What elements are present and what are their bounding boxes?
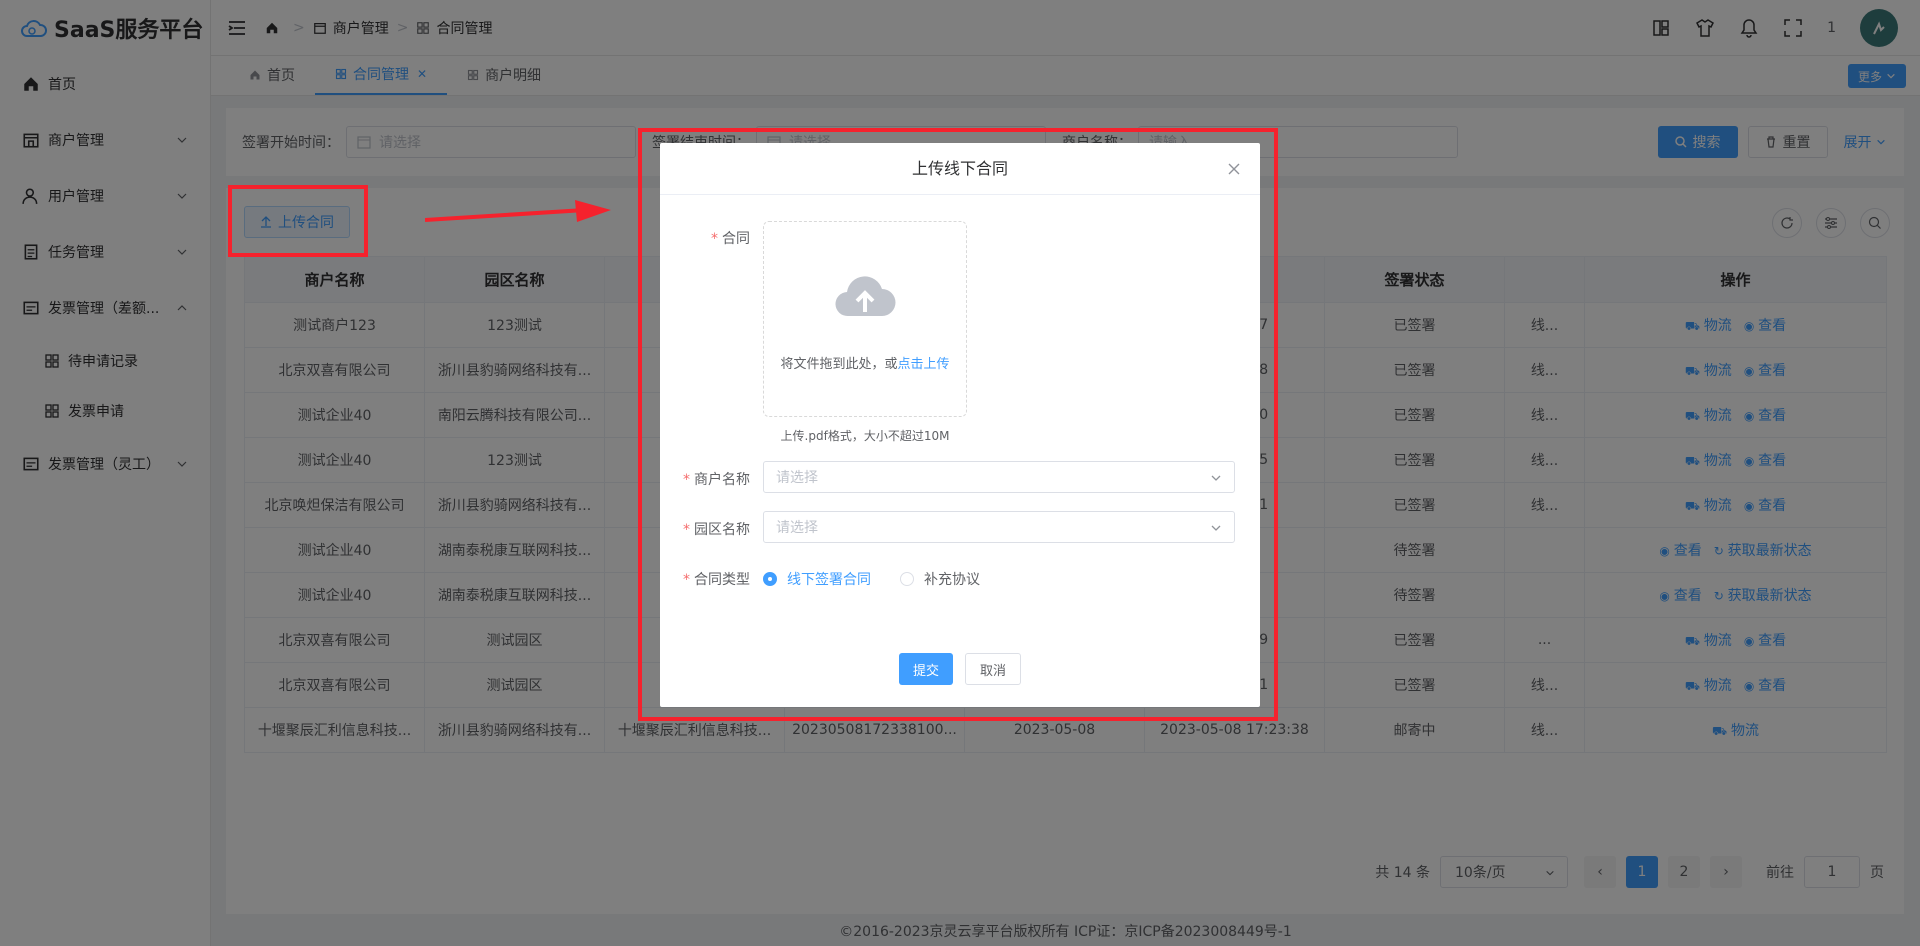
type-field-label: * 合同类型 [683, 572, 750, 588]
upload-contract-dialog: 上传线下合同 * 合同 将文件拖到此处，或点击上传 上传.pdf格式，大小不超过1… [660, 143, 1260, 707]
chevron-down-icon [1211, 475, 1221, 481]
contract-field-label: * 合同 [711, 231, 750, 247]
upload-hint: 将文件拖到此处，或点击上传 [780, 357, 950, 372]
park-select[interactable]: 请选择 [763, 511, 1235, 543]
contract-upload-dropzone[interactable]: 将文件拖到此处，或点击上传 [763, 221, 967, 417]
radio-dot [763, 572, 777, 586]
dialog-header: 上传线下合同 [660, 143, 1260, 195]
close-icon[interactable] [1228, 163, 1240, 175]
radio-dot [900, 572, 914, 586]
merchant-field-label: * 商户名称 [683, 472, 750, 488]
radio-offline-contract[interactable]: 线下签署合同 [763, 569, 871, 589]
chevron-down-icon [1211, 525, 1221, 531]
annotation-box-upload [228, 185, 368, 257]
merchant-select[interactable]: 请选择 [763, 461, 1235, 493]
dialog-footer: 提交 取消 [660, 653, 1260, 685]
cloud-upload-icon [835, 276, 896, 317]
placeholder: 请选择 [776, 470, 818, 486]
annotation-arrow-icon [425, 200, 611, 222]
click-upload-link[interactable]: 点击上传 [898, 357, 950, 372]
submit-button[interactable]: 提交 [898, 653, 953, 685]
upload-tip: 上传.pdf格式，大小不超过10M [780, 429, 950, 443]
radio-supplement[interactable]: 补充协议 [900, 569, 980, 589]
radio-label: 补充协议 [924, 572, 980, 588]
dialog-title: 上传线下合同 [911, 159, 1008, 178]
placeholder: 请选择 [776, 520, 818, 536]
cancel-button[interactable]: 取消 [965, 653, 1022, 685]
park-field-label: * 园区名称 [683, 522, 750, 538]
radio-label: 线下签署合同 [787, 572, 871, 588]
